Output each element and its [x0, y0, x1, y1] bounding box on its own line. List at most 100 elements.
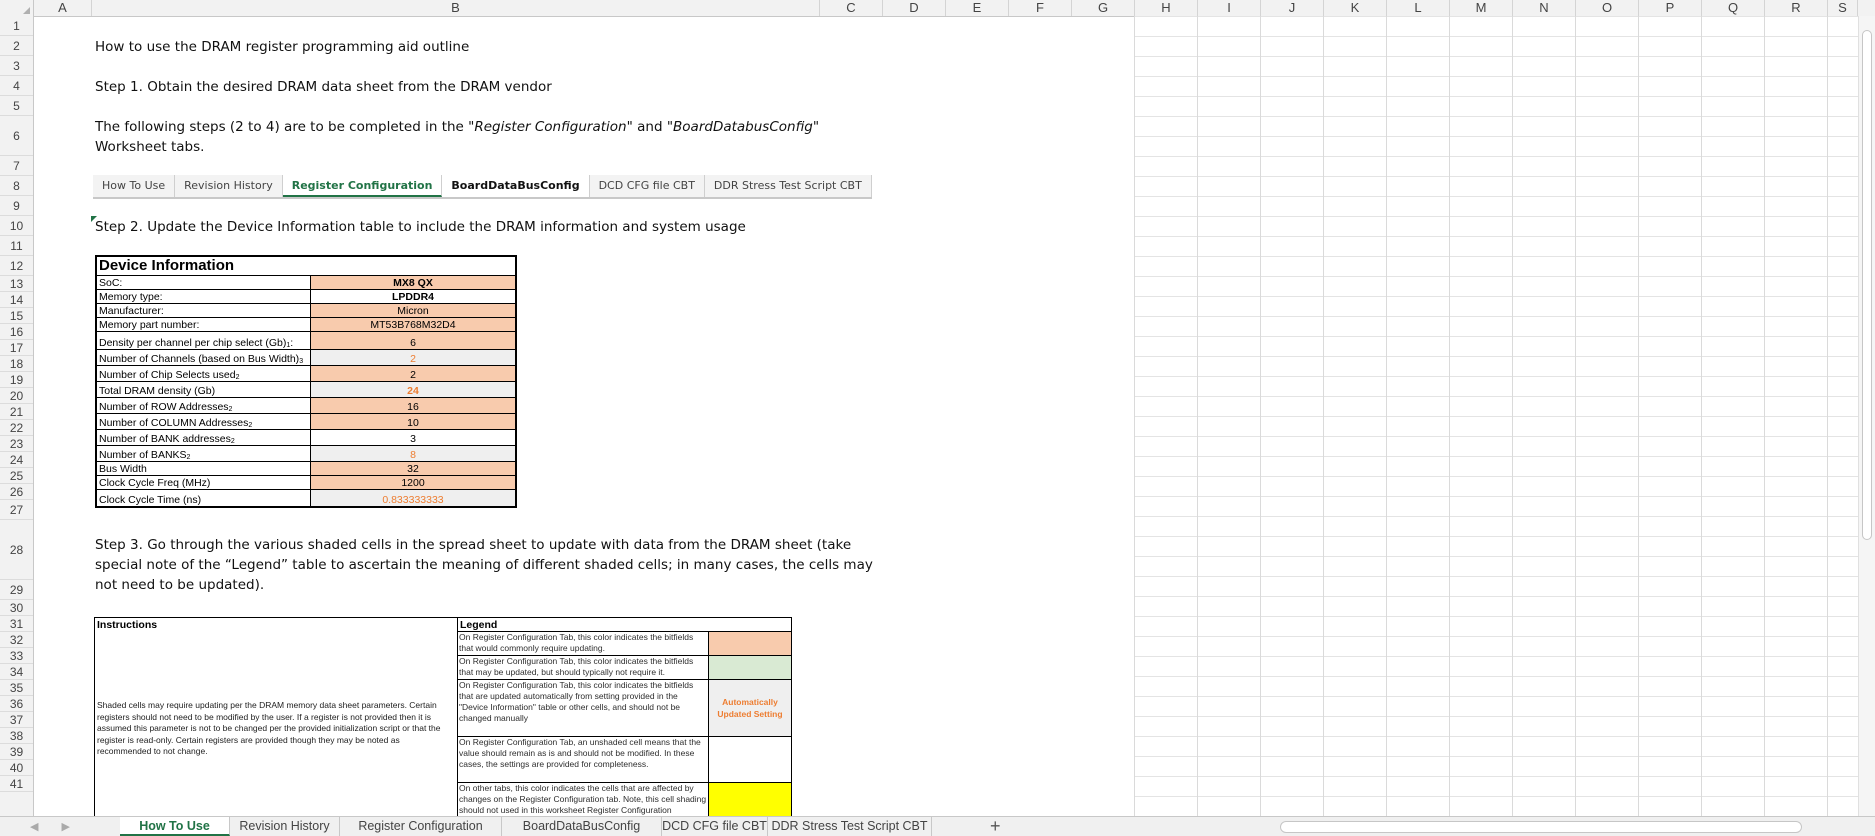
row-header[interactable]: 36: [0, 696, 33, 712]
device-info-value[interactable]: 10: [311, 414, 515, 429]
row-header[interactable]: 22: [0, 420, 33, 436]
column-header[interactable]: C: [820, 0, 883, 16]
device-info-row: Number of COLUMN Addresses 2 10: [97, 414, 515, 430]
row-header[interactable]: 3: [0, 56, 33, 76]
row-header[interactable]: 24: [0, 452, 33, 468]
sheet-tab[interactable]: Register Configuration: [340, 817, 502, 836]
horizontal-scrollbar[interactable]: [1262, 820, 1822, 833]
sheet-tab[interactable]: DDR Stress Test Script CBT: [768, 817, 932, 836]
row-header[interactable]: 12: [0, 256, 33, 276]
row-header[interactable]: 11: [0, 236, 33, 256]
row-header[interactable]: 35: [0, 680, 33, 696]
device-info-label: Clock Cycle Freq (MHz): [97, 476, 311, 489]
row-header[interactable]: 17: [0, 340, 33, 356]
row-header[interactable]: 40: [0, 760, 33, 776]
column-header[interactable]: K: [1324, 0, 1387, 16]
row-header[interactable]: 9: [0, 196, 33, 216]
device-info-row: Memory part number: MT53B768M32D4: [97, 318, 515, 332]
column-header[interactable]: D: [883, 0, 946, 16]
row-header[interactable]: 41: [0, 776, 33, 792]
device-info-value[interactable]: 2: [311, 350, 515, 365]
row-header[interactable]: 1: [0, 16, 33, 36]
row-header[interactable]: 14: [0, 292, 33, 308]
horizontal-scroll-thumb[interactable]: [1280, 821, 1802, 833]
device-info-row: Memory type: LPDDR4: [97, 290, 515, 304]
row-header[interactable]: 18: [0, 356, 33, 372]
legend-description: On Register Configuration Tab, this colo…: [458, 656, 709, 679]
sheet-tab[interactable]: How To Use: [120, 817, 230, 836]
column-header[interactable]: H: [1135, 0, 1198, 16]
row-header-bar: 1 2 3 4 5 6 7 8 9 10 11 12 13 14 15 16 17 18 19 20 21 22 23 24 2…: [0, 16, 34, 816]
row-header[interactable]: 16: [0, 324, 33, 340]
row-header[interactable]: 7: [0, 156, 33, 176]
device-info-value[interactable]: MT53B768M32D4: [311, 318, 515, 331]
add-sheet-icon[interactable]: +: [990, 817, 1001, 835]
row-header[interactable]: 29: [0, 580, 33, 600]
column-header[interactable]: S: [1828, 0, 1858, 16]
vertical-scrollbar[interactable]: [1858, 16, 1875, 816]
device-info-value[interactable]: 8: [311, 446, 515, 461]
row-header[interactable]: 20: [0, 388, 33, 404]
row-header[interactable]: 6: [0, 116, 33, 156]
row-header[interactable]: 19: [0, 372, 33, 388]
column-header[interactable]: F: [1009, 0, 1072, 16]
row-header[interactable]: 25: [0, 468, 33, 484]
row-header[interactable]: 31: [0, 616, 33, 632]
row-header[interactable]: 4: [0, 76, 33, 96]
row-header[interactable]: 21: [0, 404, 33, 420]
cell-grid[interactable]: [1134, 16, 1858, 816]
select-all-corner[interactable]: [0, 0, 34, 16]
row-header[interactable]: 8: [0, 176, 33, 196]
row-header[interactable]: 28: [0, 520, 33, 580]
row-header[interactable]: 38: [0, 728, 33, 744]
device-info-value[interactable]: 16: [311, 398, 515, 413]
sheet-tab[interactable]: Revision History: [230, 817, 340, 836]
sheet-nav-arrows-icon[interactable]: ◀ ▶: [30, 820, 80, 833]
column-header[interactable]: E: [946, 0, 1009, 16]
device-info-value[interactable]: MX8 QX: [311, 276, 515, 289]
vertical-scroll-thumb[interactable]: [1862, 30, 1872, 540]
column-header[interactable]: G: [1072, 0, 1135, 16]
device-info-label: Manufacturer:: [97, 304, 311, 317]
row-header[interactable]: 5: [0, 96, 33, 116]
device-info-value[interactable]: LPDDR4: [311, 290, 515, 303]
column-header[interactable]: B: [92, 0, 820, 16]
sheet-tab[interactable]: DCD CFG file CBT: [662, 817, 768, 836]
legend-row: On Register Configuration Tab, this colo…: [458, 679, 791, 736]
row-header[interactable]: 30: [0, 600, 33, 616]
row-header[interactable]: 32: [0, 632, 33, 648]
row-header[interactable]: 2: [0, 36, 33, 56]
device-info-value[interactable]: 1200: [311, 476, 515, 489]
row-header[interactable]: 10: [0, 216, 33, 236]
row-header[interactable]: 15: [0, 308, 33, 324]
column-header[interactable]: Q: [1702, 0, 1765, 16]
row-header[interactable]: 33: [0, 648, 33, 664]
sheet-tab[interactable]: BoardDataBusConfig: [502, 817, 662, 836]
row-header[interactable]: 37: [0, 712, 33, 728]
device-info-value[interactable]: 0.833333333: [311, 490, 515, 506]
device-info-row: Bus Width 32: [97, 462, 515, 476]
column-header[interactable]: A: [34, 0, 92, 16]
row-header[interactable]: 13: [0, 276, 33, 292]
column-header[interactable]: N: [1513, 0, 1576, 16]
device-info-value[interactable]: Micron: [311, 304, 515, 317]
device-info-value[interactable]: 6: [311, 332, 515, 349]
device-information-title: Device Information: [97, 257, 515, 276]
column-header[interactable]: J: [1261, 0, 1324, 16]
device-info-value[interactable]: 32: [311, 462, 515, 475]
device-info-value[interactable]: 2: [311, 366, 515, 381]
device-info-value[interactable]: 24: [311, 382, 515, 397]
column-header[interactable]: R: [1765, 0, 1828, 16]
row-header[interactable]: 39: [0, 744, 33, 760]
column-header[interactable]: P: [1639, 0, 1702, 16]
row-header[interactable]: 26: [0, 484, 33, 500]
device-info-label-text: Number of BANK addresses: [99, 433, 231, 445]
row-header[interactable]: 23: [0, 436, 33, 452]
row-header[interactable]: 27: [0, 500, 33, 520]
column-header[interactable]: M: [1450, 0, 1513, 16]
column-header[interactable]: L: [1387, 0, 1450, 16]
column-header[interactable]: I: [1198, 0, 1261, 16]
device-info-value[interactable]: 3: [311, 430, 515, 445]
row-header[interactable]: 34: [0, 664, 33, 680]
column-header[interactable]: O: [1576, 0, 1639, 16]
